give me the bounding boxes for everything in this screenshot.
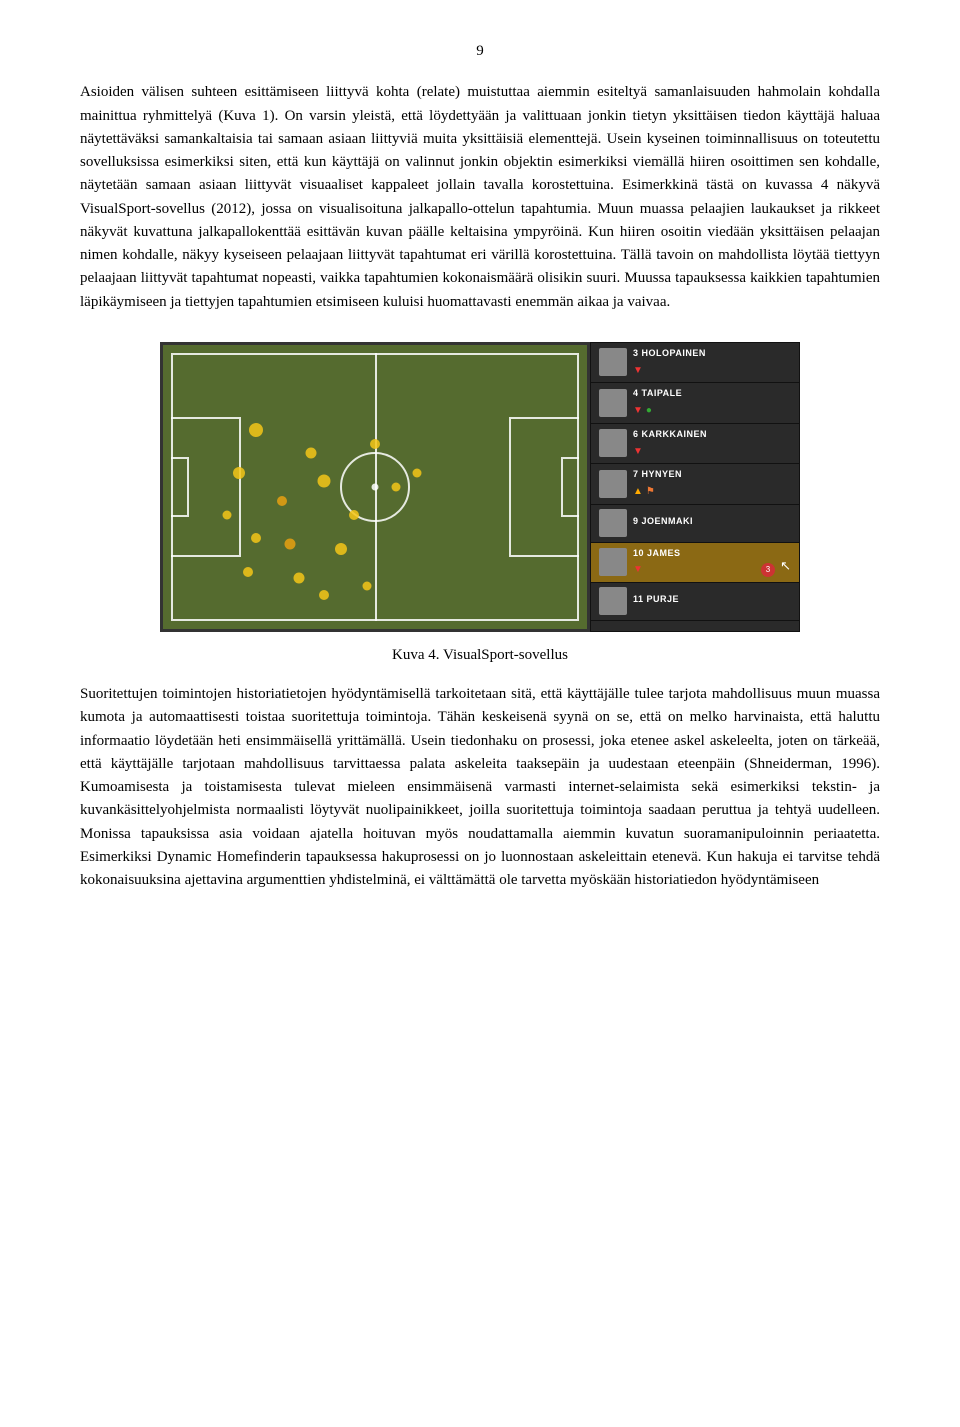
left-goal-area [171, 457, 189, 517]
right-goal-area [561, 457, 579, 517]
body-text-2: Suoritettujen toimintojen historiatietoj… [80, 683, 880, 892]
field-dot-10 [222, 511, 231, 520]
red-arrow-icon: ▼ [633, 403, 643, 419]
player-avatar-6 [599, 429, 627, 457]
player-row-10[interactable]: 10 JAMES▼ 3 ↖ [591, 543, 799, 583]
figure-container: 3 HOLOPAINEN▼4 TAIPALE▼●6 KARKKAINEN▼7 H… [80, 342, 880, 632]
field-dot-11 [243, 567, 253, 577]
player-name-7: 7 HYNYEN [633, 468, 791, 482]
field-dot-1 [233, 467, 245, 479]
player-row-6[interactable]: 6 KARKKAINEN ▼ [591, 424, 799, 464]
field-center-dot [372, 483, 379, 490]
player-avatar-7 [599, 470, 627, 498]
field-dot-0 [249, 423, 263, 437]
player-avatar-11 [599, 587, 627, 615]
red-arrow-icon: ▼ [633, 562, 643, 578]
field-dot-14 [370, 439, 380, 449]
field-dot-7 [285, 538, 296, 549]
field-dot-8 [392, 482, 401, 491]
red-arrow-icon: ▼ [633, 444, 643, 460]
field-dot-3 [318, 475, 331, 488]
player-name-11: 11 PURJE [633, 593, 791, 607]
player-name-10: 10 JAMES [633, 547, 791, 561]
field-dot-16 [319, 590, 329, 600]
player-row-3[interactable]: 3 HOLOPAINEN ▼ [591, 343, 799, 383]
field-dot-13 [413, 468, 422, 477]
player-badge-10: 3 [761, 563, 775, 577]
player-sidebar: 3 HOLOPAINEN▼4 TAIPALE▼●6 KARKKAINEN▼7 H… [590, 342, 800, 632]
soccer-field [160, 342, 590, 632]
red-arrow-icon: ▼ [633, 363, 643, 379]
field-dot-4 [306, 447, 317, 458]
field-dot-6 [335, 543, 347, 555]
player-name-4: 4 TAIPALE [633, 387, 791, 401]
player-avatar-10 [599, 548, 627, 576]
body-text-1: Asioiden välisen suhteen esittämiseen li… [80, 81, 880, 314]
player-row-4[interactable]: 4 TAIPALE ▼● [591, 383, 799, 423]
paragraph-2: Suoritettujen toimintojen historiatietoj… [80, 683, 880, 892]
paragraph-1: Asioiden välisen suhteen esittämiseen li… [80, 81, 880, 314]
player-name-9: 9 JOENMAKI [633, 515, 791, 529]
field-dot-15 [362, 582, 371, 591]
field-dot-2 [277, 496, 287, 506]
green-circle-icon: ● [646, 403, 652, 419]
player-name-6: 6 KARKKAINEN [633, 428, 791, 442]
cursor-icon: ↖ [780, 556, 791, 576]
player-row-7[interactable]: 7 HYNYEN ▲⚑ [591, 464, 799, 504]
orange-flag-icon: ⚑ [646, 484, 655, 500]
player-avatar-4 [599, 389, 627, 417]
player-avatar-9 [599, 509, 627, 537]
field-dot-9 [251, 533, 261, 543]
figure-caption: Kuva 4. VisualSport-sovellus [80, 644, 880, 667]
player-row-11[interactable]: 11 PURJE [591, 583, 799, 621]
yellow-triangle-icon: ▲ [633, 484, 643, 500]
page-number: 9 [80, 40, 880, 63]
player-name-3: 3 HOLOPAINEN [633, 347, 791, 361]
field-dot-5 [349, 510, 359, 520]
field-dot-12 [293, 572, 304, 583]
player-row-9[interactable]: 9 JOENMAKI [591, 505, 799, 543]
player-avatar-3 [599, 348, 627, 376]
